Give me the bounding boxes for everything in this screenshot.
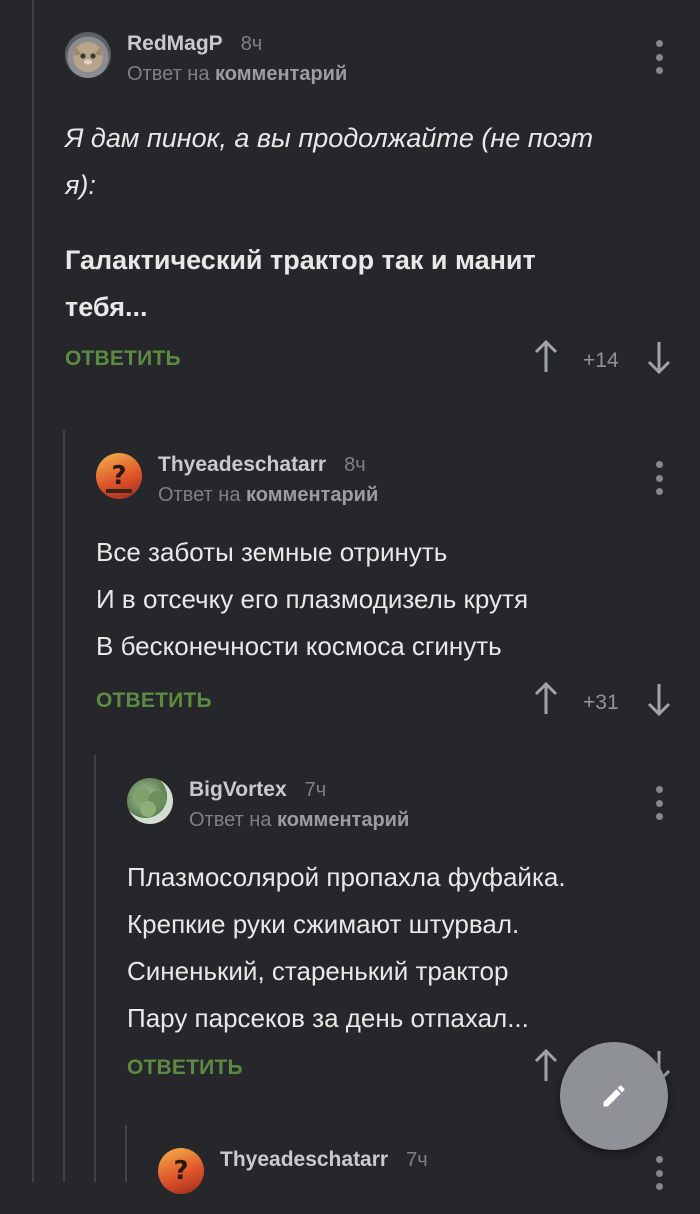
reply-to: Ответ на комментарий [158, 484, 379, 506]
more-vertical-icon[interactable] [655, 1156, 663, 1190]
comment-time: 8ч [240, 33, 263, 55]
comment-text: Синенький, старенький трактор [127, 956, 509, 986]
thread-line [63, 430, 65, 1182]
comment-text: Я дам пинок, а вы продолжайте (не поэт [65, 123, 594, 153]
reply-button[interactable]: ОТВЕТИТЬ [65, 347, 181, 371]
thread-line [125, 1125, 127, 1182]
write-comment-button[interactable] [560, 1042, 668, 1150]
arrow-down-icon[interactable] [645, 681, 673, 717]
vote-score: +31 [583, 691, 619, 714]
comment: ? Thyeadeschatarr 7ч [158, 1148, 675, 1214]
more-vertical-icon[interactable] [655, 40, 663, 74]
comment-text-bold: Галактический трактор так и манит [65, 245, 536, 275]
avatar[interactable] [65, 32, 111, 78]
arrow-down-icon[interactable] [645, 339, 673, 375]
reply-target-link[interactable]: комментарий [246, 484, 378, 506]
author-name[interactable]: BigVortex 7ч [189, 778, 326, 802]
comment-text: Плазмосолярой пропахла фуфайка. [127, 862, 566, 892]
reply-target-link[interactable]: комментарий [277, 809, 409, 831]
comment-text: Пару парсеков за день отпахал... [127, 1003, 529, 1033]
avatar[interactable]: ? [158, 1148, 204, 1194]
vote-score: +14 [583, 349, 619, 372]
arrow-up-icon[interactable] [532, 681, 560, 717]
reply-to: Ответ на комментарий [189, 809, 410, 831]
comment-text: И в отсечку его плазмодизель крутя [96, 584, 529, 614]
comment-text: Крепкие руки сжимают штурвал. [127, 909, 520, 939]
comment-time: 7ч [304, 779, 327, 801]
reply-button[interactable]: ОТВЕТИТЬ [96, 689, 212, 713]
avatar[interactable] [127, 778, 173, 824]
author-name[interactable]: Thyeadeschatarr 8ч [158, 453, 366, 477]
comment: ? Thyeadeschatarr 8ч Ответ на комментарий… [96, 453, 675, 729]
author-name[interactable]: Thyeadeschatarr 7ч [220, 1148, 428, 1172]
thread-line [32, 0, 34, 1182]
reply-button[interactable]: ОТВЕТИТЬ [127, 1056, 243, 1080]
pencil-icon [603, 1085, 625, 1107]
thread-line [94, 755, 96, 1182]
avatar[interactable]: ? [96, 453, 142, 499]
arrow-up-icon[interactable] [532, 339, 560, 375]
comment-text: Все заботы земные отринуть [96, 537, 448, 567]
author-name[interactable]: RedMagP 8ч [127, 32, 262, 56]
svg-text:?: ? [111, 461, 126, 491]
arrow-up-icon[interactable] [532, 1048, 560, 1084]
comment-text: я): [65, 170, 96, 200]
comment-text: В бесконечности космоса сгинуть [96, 631, 502, 661]
comment-text-bold: тебя... [65, 292, 148, 322]
comment: RedMagP 8ч Ответ на комментарий Я дам пин… [65, 32, 675, 387]
more-vertical-icon[interactable] [655, 786, 663, 820]
reply-to: Ответ на комментарий [127, 63, 348, 85]
more-vertical-icon[interactable] [655, 461, 663, 495]
comment-time: 7ч [406, 1149, 428, 1171]
comment-time: 8ч [344, 454, 366, 476]
reply-target-link[interactable]: комментарий [215, 63, 347, 85]
